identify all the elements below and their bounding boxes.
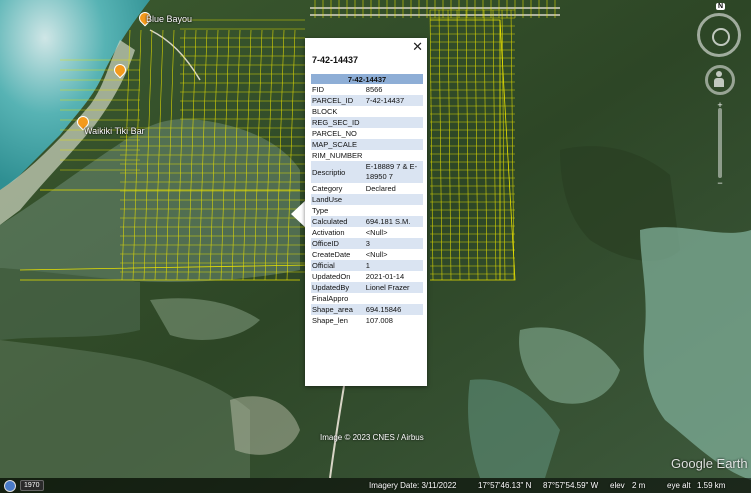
feature-info-popup: 7-42-14437 ✕ 7-42-14437 FID 8566 PARCEL_ID… [305,38,427,386]
attribute-key: Shape_len [312,316,348,325]
attribute-value: 1 [364,260,423,271]
attribute-row: OfficeID 3 [311,238,423,249]
attribute-row: Shape_len 107.008 [311,315,423,326]
attribute-value: 3 [364,238,423,249]
attribute-row: Activation <Null> [311,227,423,238]
attribute-key: PARCEL_ID [311,95,365,106]
attribute-row: Descriptio E-18889 7 & E-18950 7 [311,161,423,183]
attribute-value: 7-42-14437 [364,95,423,106]
attribute-table: 7-42-14437 FID 8566 PARCEL_ID 7-42-14437 BLO… [311,74,423,326]
latitude-readout: 17°57'46.13" N [478,481,532,490]
historical-imagery-year[interactable]: 1970 [20,480,44,491]
close-icon[interactable]: ✕ [412,40,423,53]
attribute-value: <Null> [365,228,388,237]
attribute-row: FinalAppro [311,293,423,304]
attribute-value [365,293,423,304]
zoom-out-button[interactable]: − [713,179,727,188]
attribute-value: 8566 [365,85,383,94]
zoom-slider[interactable] [718,108,722,178]
popup-pointer [291,200,306,228]
attribute-row: BLOCK [311,106,423,117]
attribute-row: UpdatedOn 2021-01-14 [311,271,423,282]
attribute-value [364,194,423,205]
attribute-key: Type [312,206,329,215]
attribute-value: 694.181 S.M. [364,216,423,227]
elevation-value: 2 m [632,481,646,490]
attribute-value: 694.15846 [364,304,423,315]
attribute-row: FID 8566 [311,84,423,95]
attribute-key: UpdatedOn [312,272,351,281]
attribute-row: CreateDate <Null> [311,249,423,260]
attribute-key: Shape_area [311,304,365,315]
attribute-key: BLOCK [312,107,338,116]
attribute-row: Type [311,205,423,216]
attribute-value: 107.008 [365,316,393,325]
attribute-key: REG_SEC_ID [311,117,365,128]
attribute-value: E-18889 7 & E-18950 7 [364,161,423,183]
attribute-key: FinalAppro [312,294,349,303]
attribute-value: <Null> [365,250,388,259]
attribute-row: REG_SEC_ID [311,117,423,128]
attribute-row: Official 1 [311,260,423,271]
attribute-row: UpdatedBy Lionel Frazer [311,282,423,293]
attribute-value: 2021-01-14 [365,272,405,281]
attribute-value: Lionel Frazer [364,282,423,293]
place-label-waikiki-tiki-bar[interactable]: Waikiki Tiki Bar [84,126,145,136]
elevation-label: elev [610,481,625,490]
attribute-key: Category [312,184,343,193]
popup-title: 7-42-14437 [312,55,359,65]
attribute-row: MAP_SCALE [311,139,423,150]
attribute-key: MAP_SCALE [311,139,365,150]
attribute-row: RIM_NUMBER [311,150,423,161]
compass-center[interactable] [712,28,730,46]
google-earth-logo: Google Earth [671,456,748,471]
place-label-blue-bayou[interactable]: Blue Bayou [146,14,192,24]
attribute-table-header: 7-42-14437 [311,74,423,84]
attribute-value [365,205,423,216]
attribute-key: LandUse [311,194,365,205]
imagery-date: Imagery Date: 3/11/2022 [369,481,457,490]
pegman-body-icon[interactable] [714,78,724,87]
attribute-value [365,128,423,139]
eye-altitude-value: 1.59 km [697,481,726,490]
attribute-key: RIM_NUMBER [312,151,363,160]
attribute-key: Descriptio [311,161,365,183]
attribute-value [365,150,423,161]
attribute-value: Declared [365,184,396,193]
attribute-value [364,139,423,150]
attribute-row: PARCEL_NO [311,128,423,139]
pegman-head-icon[interactable] [716,71,722,77]
attribute-key: OfficeID [311,238,365,249]
attribute-row: PARCEL_ID 7-42-14437 [311,95,423,106]
attribute-row: LandUse [311,194,423,205]
attribute-key: PARCEL_NO [312,129,357,138]
eye-altitude-label: eye alt [667,481,691,490]
globe-icon[interactable] [4,480,16,492]
attribute-key: FID [312,85,325,94]
attribute-key: CreateDate [312,250,351,259]
longitude-readout: 87°57'54.59" W [543,481,599,490]
attribute-row: Calculated 694.181 S.M. [311,216,423,227]
attribute-row: Category Declared [311,183,423,194]
attribute-row: Shape_area 694.15846 [311,304,423,315]
attribute-key: UpdatedBy [311,282,365,293]
north-indicator[interactable]: N [716,3,726,10]
attribute-key: Activation [312,228,345,237]
attribute-value [364,117,423,128]
attribute-key: Calculated [311,216,365,227]
imagery-copyright: Image © 2023 CNES / Airbus [320,433,424,442]
attribute-key: Official [311,260,365,271]
attribute-value [365,106,423,117]
